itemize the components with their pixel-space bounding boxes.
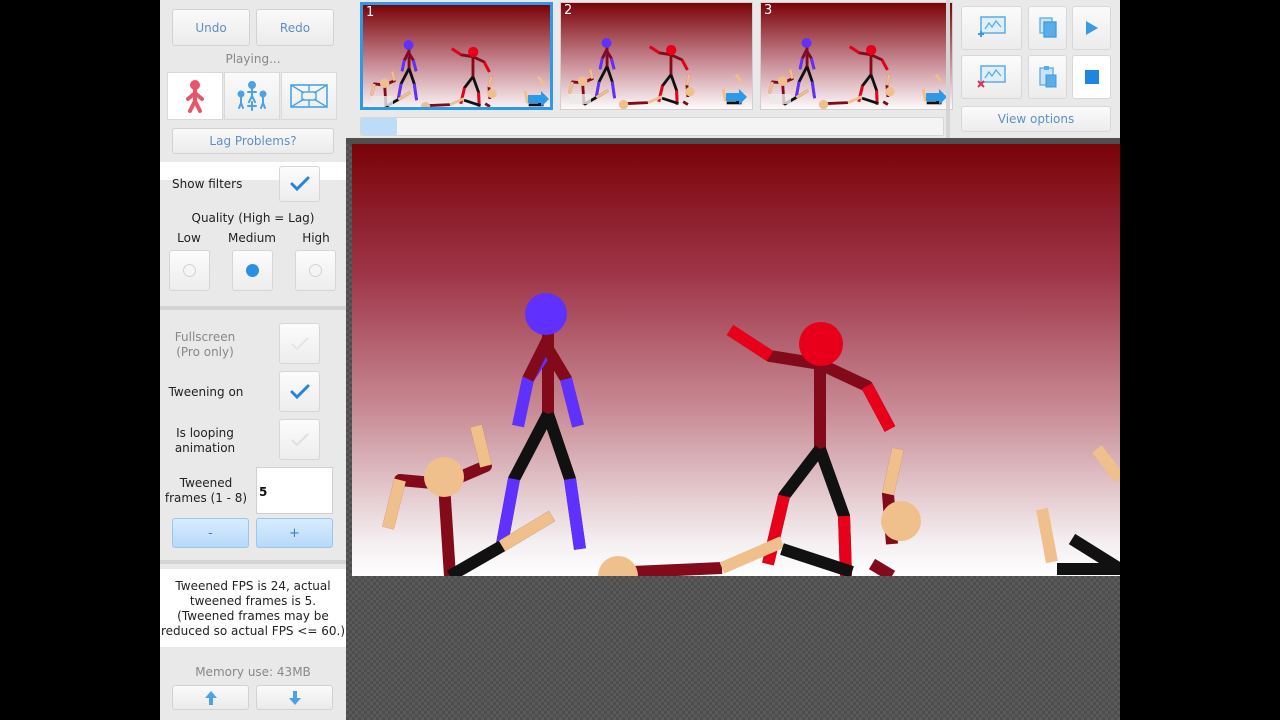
section-divider <box>160 306 346 310</box>
scroll-down-button[interactable] <box>256 685 333 710</box>
checkmark-unchecked-icon <box>290 432 309 446</box>
tweened-frames-input[interactable]: 5 <box>256 467 333 514</box>
frame-thumbnail[interactable]: 3 <box>760 2 953 110</box>
stick-figure-icon <box>186 80 204 113</box>
timeline-scrollbar[interactable] <box>360 117 944 136</box>
tweened-frames-label: Tweened frames (1 - 8) <box>160 476 252 506</box>
animation-stage[interactable] <box>352 144 1120 576</box>
play-button[interactable] <box>1072 6 1111 50</box>
frame-preview <box>761 3 952 109</box>
delete-frame-button[interactable] <box>961 55 1022 99</box>
fps-info-line1: Tweened FPS is 24, actual <box>175 579 331 593</box>
show-filters-checkbox[interactable] <box>279 166 320 202</box>
frame-thumbnail[interactable]: 2 <box>560 2 753 110</box>
delete-frame-icon <box>976 65 1006 88</box>
arrow-up-icon <box>204 690 217 705</box>
lag-problems-button[interactable]: Lag Problems? <box>172 128 334 154</box>
insert-frame-button[interactable] <box>961 6 1022 50</box>
paste-frame-button[interactable] <box>1028 55 1067 99</box>
section-divider <box>160 560 346 564</box>
fullscreen-label: Fullscreen (Pro only) <box>160 330 250 360</box>
memory-usage: Memory use: 43MB <box>195 665 311 679</box>
quality-high-label: High <box>302 231 330 245</box>
background-icon <box>290 84 328 108</box>
looping-label: Is looping animation <box>160 426 250 456</box>
frame-thumbnail[interactable]: 1 <box>360 2 553 110</box>
increase-frames-button[interactable]: + <box>256 518 333 548</box>
scroll-up-button[interactable] <box>172 685 249 710</box>
app-window: Undo Redo Playing... Lag Problems? Show … <box>160 0 1120 720</box>
quality-low-label: Low <box>177 231 201 245</box>
quality-medium-label: Medium <box>228 231 276 245</box>
toolbar-divider <box>946 0 950 138</box>
playback-status: Playing... <box>225 52 281 66</box>
looping-checkbox[interactable] <box>279 419 320 460</box>
timeline-area: 1 2 3 View options <box>346 0 1120 138</box>
left-panel: Undo Redo Playing... Lag Problems? Show … <box>160 0 346 720</box>
fps-info-box: Tweened FPS is 24, actual tweened frames… <box>160 569 346 647</box>
frame-preview <box>363 5 550 107</box>
frame-number: 3 <box>764 3 773 18</box>
undo-button[interactable]: Undo <box>172 9 250 46</box>
fps-info-line2: tweened frames is 5. <box>189 594 317 608</box>
frame-preview <box>561 3 752 109</box>
frame-number: 2 <box>564 3 573 18</box>
play-icon <box>1085 21 1098 35</box>
stop-icon <box>1084 70 1099 84</box>
decrease-frames-button[interactable]: - <box>172 518 249 548</box>
fullscreen-checkbox[interactable] <box>279 323 320 364</box>
tweened-frames-label-line2: frames (1 - 8) <box>164 491 248 505</box>
stick-figure[interactable] <box>1036 445 1120 575</box>
quality-label: Quality (High = Lag) <box>191 211 315 225</box>
tweening-checkbox[interactable] <box>279 371 320 412</box>
stop-button[interactable] <box>1072 55 1111 99</box>
add-figures-icon <box>237 81 267 111</box>
tab-edit-figure[interactable] <box>167 72 223 120</box>
insert-frame-icon <box>977 16 1006 37</box>
stick-figure[interactable] <box>726 322 896 576</box>
copy-icon <box>1038 17 1057 38</box>
fps-info-text: Tweened FPS is 24, actual tweened frames… <box>160 579 346 639</box>
quality-high-radio[interactable] <box>295 250 336 291</box>
looping-label-line1: Is looping <box>176 426 234 440</box>
checkmark-icon <box>290 384 309 399</box>
timeline-scrollbar-thumb[interactable] <box>361 118 397 135</box>
stick-figure[interactable] <box>598 536 785 576</box>
tab-background[interactable] <box>281 72 337 120</box>
tweening-label: Tweening on <box>168 385 244 399</box>
copy-frame-button[interactable] <box>1028 6 1067 50</box>
fullscreen-label-line2: (Pro only) <box>176 345 234 359</box>
tab-add-figures[interactable] <box>224 72 280 120</box>
quality-low-radio[interactable] <box>169 250 210 291</box>
canvas-area <box>346 144 1120 720</box>
view-options-button[interactable]: View options <box>961 106 1111 132</box>
paste-icon <box>1038 66 1056 88</box>
quality-medium-radio[interactable] <box>232 250 273 291</box>
frame-number: 1 <box>366 5 375 20</box>
looping-label-line2: animation <box>174 441 236 455</box>
arrow-down-icon <box>288 690 301 705</box>
stage-scene <box>382 293 1120 576</box>
checkmark-icon <box>290 176 309 192</box>
checkmark-disabled-icon <box>290 336 309 350</box>
fullscreen-label-line1: Fullscreen <box>174 330 236 344</box>
show-filters-label: Show filters <box>172 177 243 191</box>
tweened-frames-label-line1: Tweened <box>179 476 233 490</box>
redo-button[interactable]: Redo <box>256 9 334 46</box>
fps-info-line4: reduced so actual FPS <= 60.) <box>160 624 346 638</box>
stick-figure[interactable] <box>496 293 586 550</box>
fps-info-line3: (Tweened frames may be <box>177 609 329 623</box>
